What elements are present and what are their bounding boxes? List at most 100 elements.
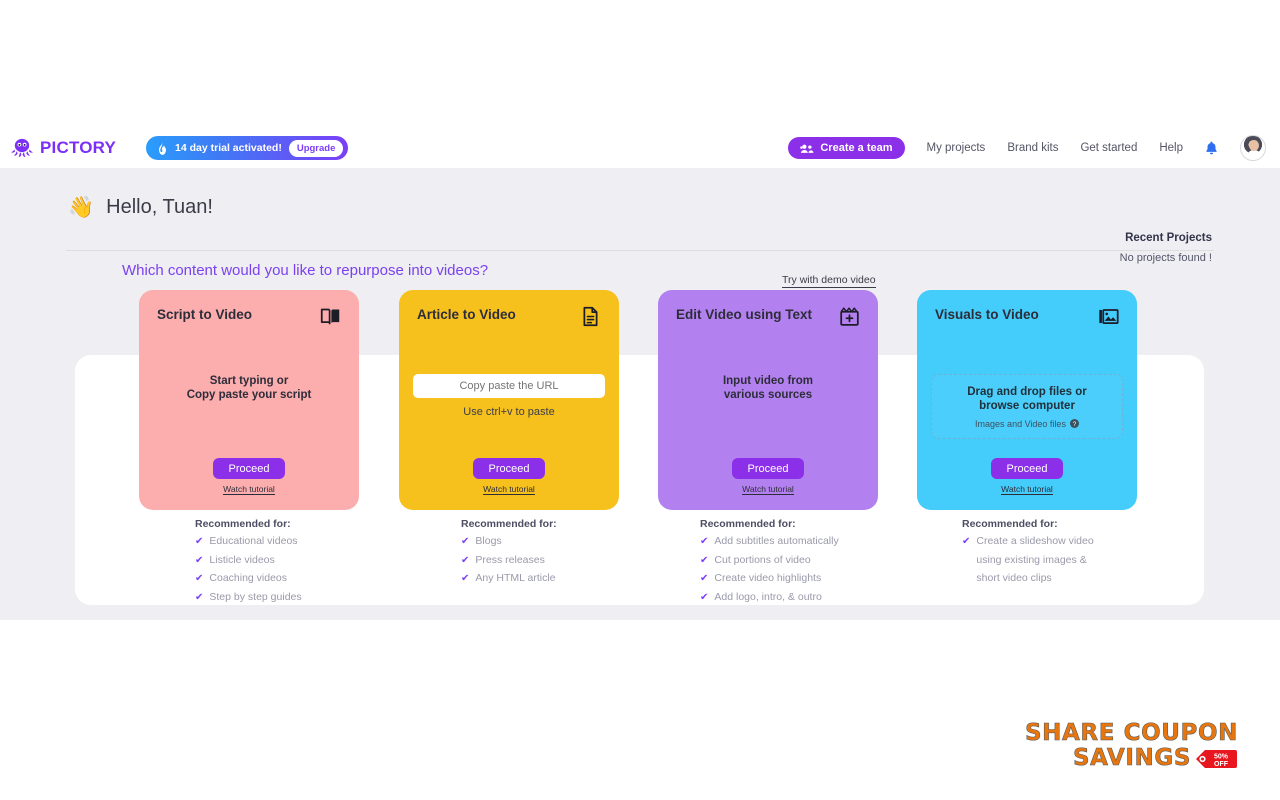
cards-container: Script to Video Start typing or Copy pas… [0, 128, 1280, 620]
list-item: ✔using existing images & [962, 554, 1212, 568]
card-script-to-video[interactable]: Script to Video Start typing or Copy pas… [139, 290, 359, 510]
recommended-list-article: Recommended for: ✔ Blogs ✔ Press releases … [461, 518, 711, 586]
check-icon: ✔ [461, 536, 470, 547]
file-dropzone[interactable]: Drag and drop files or browse computer I… [931, 374, 1123, 439]
list-item-label: Any HTML article [475, 572, 556, 584]
watch-tutorial-link[interactable]: Watch tutorial [742, 484, 794, 496]
page-root: PICTORY 14 day trial activated! Upgrade [0, 0, 1280, 800]
card-body: Start typing or Copy paste your script [139, 374, 359, 403]
card-footer: Proceed Watch tutorial [658, 458, 878, 497]
proceed-button[interactable]: Proceed [472, 458, 546, 479]
list-item-label: Coaching videos [209, 572, 288, 584]
card-title: Article to Video [417, 307, 516, 322]
watermark: SHARE COUPON SAVINGS 50% OFF [1024, 719, 1238, 773]
proceed-button[interactable]: Proceed [990, 458, 1064, 479]
card-header: Article to Video [417, 306, 601, 327]
check-icon: ✔ [195, 591, 204, 603]
card-footer: Proceed Watch tutorial [139, 458, 359, 497]
card-body-text: Input video from various sources [722, 375, 814, 402]
watermark-line-1: SHARE COUPON [1024, 719, 1238, 746]
list-item: ✔ Any HTML article [461, 572, 711, 586]
list-item-label: short video clips [976, 572, 1052, 584]
document-icon [583, 306, 598, 327]
list-item-label: Listicle videos [209, 553, 275, 566]
check-icon: ✔ [700, 554, 709, 566]
check-icon: ✔ [195, 536, 204, 547]
recommended-list-edit-video: Recommended for: ✔ Add subtitles automati… [700, 518, 950, 604]
recommended-title: Recommended for: [461, 518, 557, 530]
list-item-label: Create a slideshow video [976, 535, 1094, 547]
list-item-label: Blogs [475, 535, 502, 547]
check-icon: ✔ [195, 573, 204, 584]
card-header: Visuals to Video [935, 306, 1119, 327]
price-tag-icon: 50% OFF [1196, 750, 1237, 769]
list-item: ✔ Add subtitles automatically [700, 535, 950, 549]
list-item-label: Press releases [475, 553, 545, 566]
card-edit-video-using-text[interactable]: Edit Video using Text Input video from v… [658, 290, 878, 510]
url-input[interactable] [413, 374, 605, 398]
url-input-hint: Use ctrl+v to paste [463, 406, 555, 418]
svg-text:?: ? [1073, 421, 1077, 428]
card-header: Script to Video [157, 306, 341, 327]
list-item: ✔ Educational videos [195, 535, 445, 549]
check-icon: ✔ [195, 554, 204, 566]
check-icon: ✔ [700, 591, 709, 603]
list-item-label: Step by step guides [209, 590, 302, 603]
list-item-label: using existing images & [976, 553, 1087, 566]
dropzone-sub-text: Images and Video files [975, 418, 1066, 429]
list-item-label: Add logo, intro, & outro [714, 590, 822, 603]
list-item: ✔ Cut portions of video [700, 554, 950, 568]
card-visuals-to-video[interactable]: Visuals to Video Drag and drop files or … [917, 290, 1137, 510]
proceed-button[interactable]: Proceed [731, 458, 805, 479]
check-icon: ✔ [962, 536, 971, 547]
list-item-label: Educational videos [209, 535, 298, 547]
check-icon: ✔ [461, 554, 470, 566]
list-item: ✔short video clips [962, 572, 1212, 586]
card-body: Input video from various sources [658, 374, 878, 403]
watch-tutorial-link[interactable]: Watch tutorial [223, 484, 275, 496]
recommended-title: Recommended for: [195, 518, 291, 530]
card-title: Script to Video [157, 307, 253, 322]
check-icon: ✔ [700, 573, 709, 584]
list-item: ✔ Coaching videos [195, 572, 445, 586]
card-body: Use ctrl+v to paste [399, 374, 619, 418]
card-article-to-video[interactable]: Article to Video Use ctrl+v to paste Pro… [399, 290, 619, 510]
dropzone-sub-text-row: Images and Video files ? [938, 419, 1116, 429]
card-footer: Proceed Watch tutorial [399, 458, 619, 497]
list-item: ✔ Press releases [461, 554, 711, 568]
list-item-label: Create video highlights [714, 572, 822, 584]
watermark-line-2: SAVINGS [1072, 745, 1191, 772]
svg-text:50%: 50% [1214, 754, 1229, 761]
images-icon [1099, 309, 1119, 324]
list-item: ✔ Listicle videos [195, 554, 445, 568]
app-shell: PICTORY 14 day trial activated! Upgrade [0, 128, 1280, 620]
check-icon: ✔ [461, 573, 470, 584]
dropzone-main-text: Drag and drop files or browse computer [967, 386, 1087, 413]
recommended-list-visuals: Recommended for: ✔ Create a slideshow vid… [962, 518, 1212, 586]
svg-text:OFF: OFF [1214, 761, 1229, 768]
card-body: Drag and drop files or browse computer I… [917, 374, 1137, 439]
recommended-list-script: Recommended for: ✔ Educational videos ✔ Li… [195, 518, 445, 604]
card-title: Edit Video using Text [676, 307, 813, 322]
list-item: ✔ Create a slideshow video [962, 535, 1212, 549]
check-icon: ✔ [700, 536, 709, 547]
card-body-text: Start typing or Copy paste your script [186, 375, 312, 402]
list-item: ✔ Blogs [461, 535, 711, 549]
recommended-title: Recommended for: [962, 518, 1058, 530]
card-footer: Proceed Watch tutorial [917, 458, 1137, 497]
list-item-label: Add subtitles automatically [714, 535, 839, 547]
clapperboard-plus-icon [840, 307, 859, 326]
watermark-line-2-row: SAVINGS 50% OFF [1025, 745, 1238, 772]
list-item: ✔ Create video highlights [700, 572, 950, 586]
watch-tutorial-link[interactable]: Watch tutorial [1001, 484, 1053, 496]
card-title: Visuals to Video [935, 307, 1039, 322]
list-item-label: Cut portions of video [714, 553, 811, 566]
question-mark-icon[interactable]: ? [1069, 419, 1079, 429]
card-header: Edit Video using Text [676, 306, 860, 327]
list-item: ✔ Step by step guides [195, 591, 445, 605]
proceed-button[interactable]: Proceed [212, 458, 286, 479]
book-icon [320, 308, 340, 325]
watch-tutorial-link[interactable]: Watch tutorial [483, 484, 535, 496]
recommended-title: Recommended for: [700, 518, 796, 530]
list-item: ✔ Add logo, intro, & outro [700, 591, 950, 605]
